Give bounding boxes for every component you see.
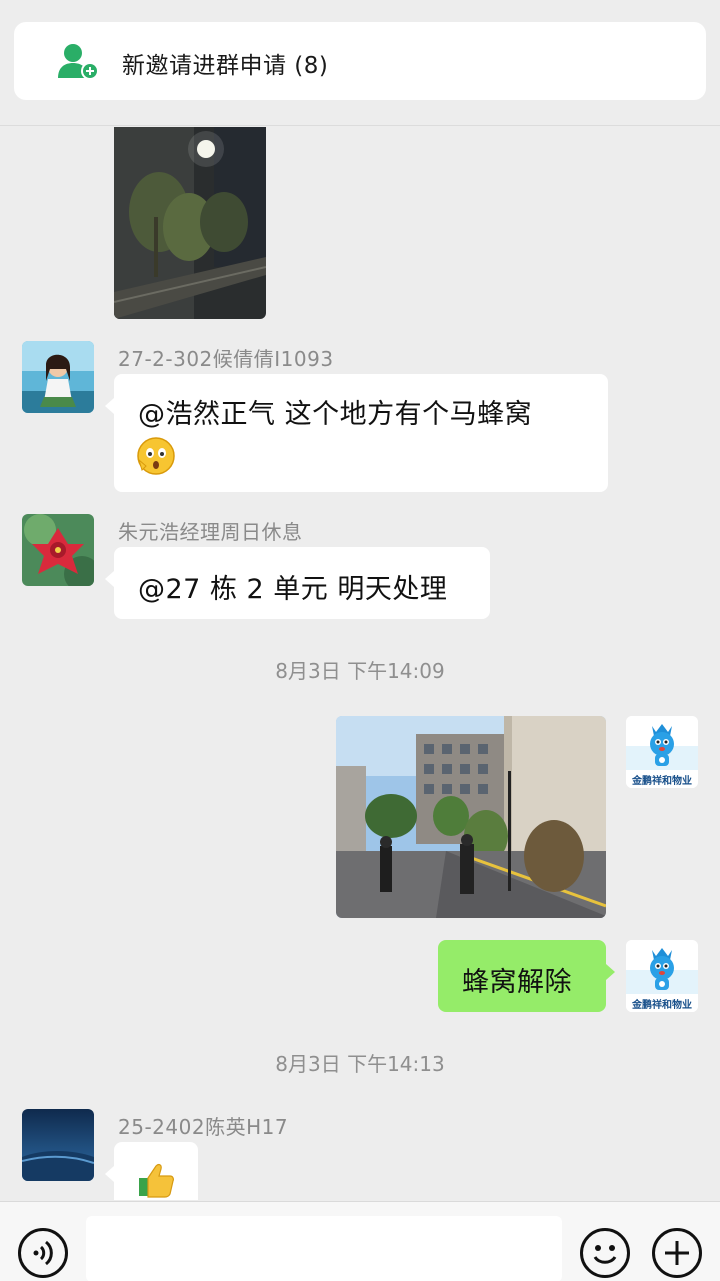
night-garden-image [114, 127, 266, 319]
timestamp: 8月3日 下午14:09 [275, 659, 445, 683]
top-notice-bar: 新邀请进群申请 (8) [0, 0, 720, 126]
thumbs-up-emoji [139, 1163, 174, 1198]
message-input[interactable] [86, 1216, 562, 1281]
surprised-face-emoji [137, 437, 175, 475]
voice-icon [33, 1240, 53, 1266]
chat-input-bar [0, 1201, 720, 1281]
notice-text: 新邀请进群申请 (8) [122, 53, 329, 79]
avatar-user-2402[interactable] [22, 1109, 94, 1181]
smile-icon [593, 1245, 617, 1264]
group-invite-notice[interactable]: 新邀请进群申请 (8) [14, 22, 706, 100]
sender-name: 朱元浩经理周日休息 [118, 520, 303, 544]
courtyard-photo[interactable] [336, 716, 606, 918]
message-text: @27 栋 2 单元 明天处理 [138, 574, 448, 605]
avatar-image [22, 341, 94, 413]
timestamp: 8月3日 下午14:13 [275, 1052, 445, 1076]
message-bubble[interactable] [105, 1142, 198, 1200]
plus-icon [665, 1241, 689, 1265]
message-bubble[interactable]: @浩然正气 这个地方有个马蜂窝 [105, 374, 608, 492]
sender-name: 25-2402陈英H17 [118, 1115, 289, 1139]
courtyard-image [336, 716, 606, 918]
message-text: @浩然正气 这个地方有个马蜂窝 [138, 399, 533, 430]
avatar-user-302[interactable] [22, 341, 94, 413]
message-bubble-self[interactable]: 蜂窝解除 [438, 940, 615, 1012]
add-contact-icon [58, 44, 99, 80]
message-text: 蜂窝解除 [462, 967, 572, 998]
sender-name: 27-2-302候倩倩I1093 [118, 347, 334, 371]
more-button[interactable] [652, 1228, 702, 1278]
avatar-self[interactable]: 金鹏祥和物业 [626, 716, 698, 788]
avatar-manager[interactable] [22, 514, 94, 586]
voice-button[interactable] [18, 1228, 68, 1278]
message-bubble[interactable]: @27 栋 2 单元 明天处理 [105, 547, 490, 619]
avatar-image [22, 514, 94, 586]
mascot-label: 金鹏祥和物业 [632, 776, 692, 787]
emoji-button[interactable] [580, 1228, 630, 1278]
avatar-self[interactable]: 金鹏祥和物业 [626, 940, 698, 1012]
night-garden-photo[interactable] [114, 127, 266, 319]
mascot-label: 金鹏祥和物业 [632, 1000, 692, 1011]
chat-message-list[interactable]: 27-2-302候倩倩I1093 @浩然正气 这个地方有个马蜂窝 朱元浩经理周日… [0, 127, 720, 1200]
avatar-image [22, 1109, 94, 1181]
